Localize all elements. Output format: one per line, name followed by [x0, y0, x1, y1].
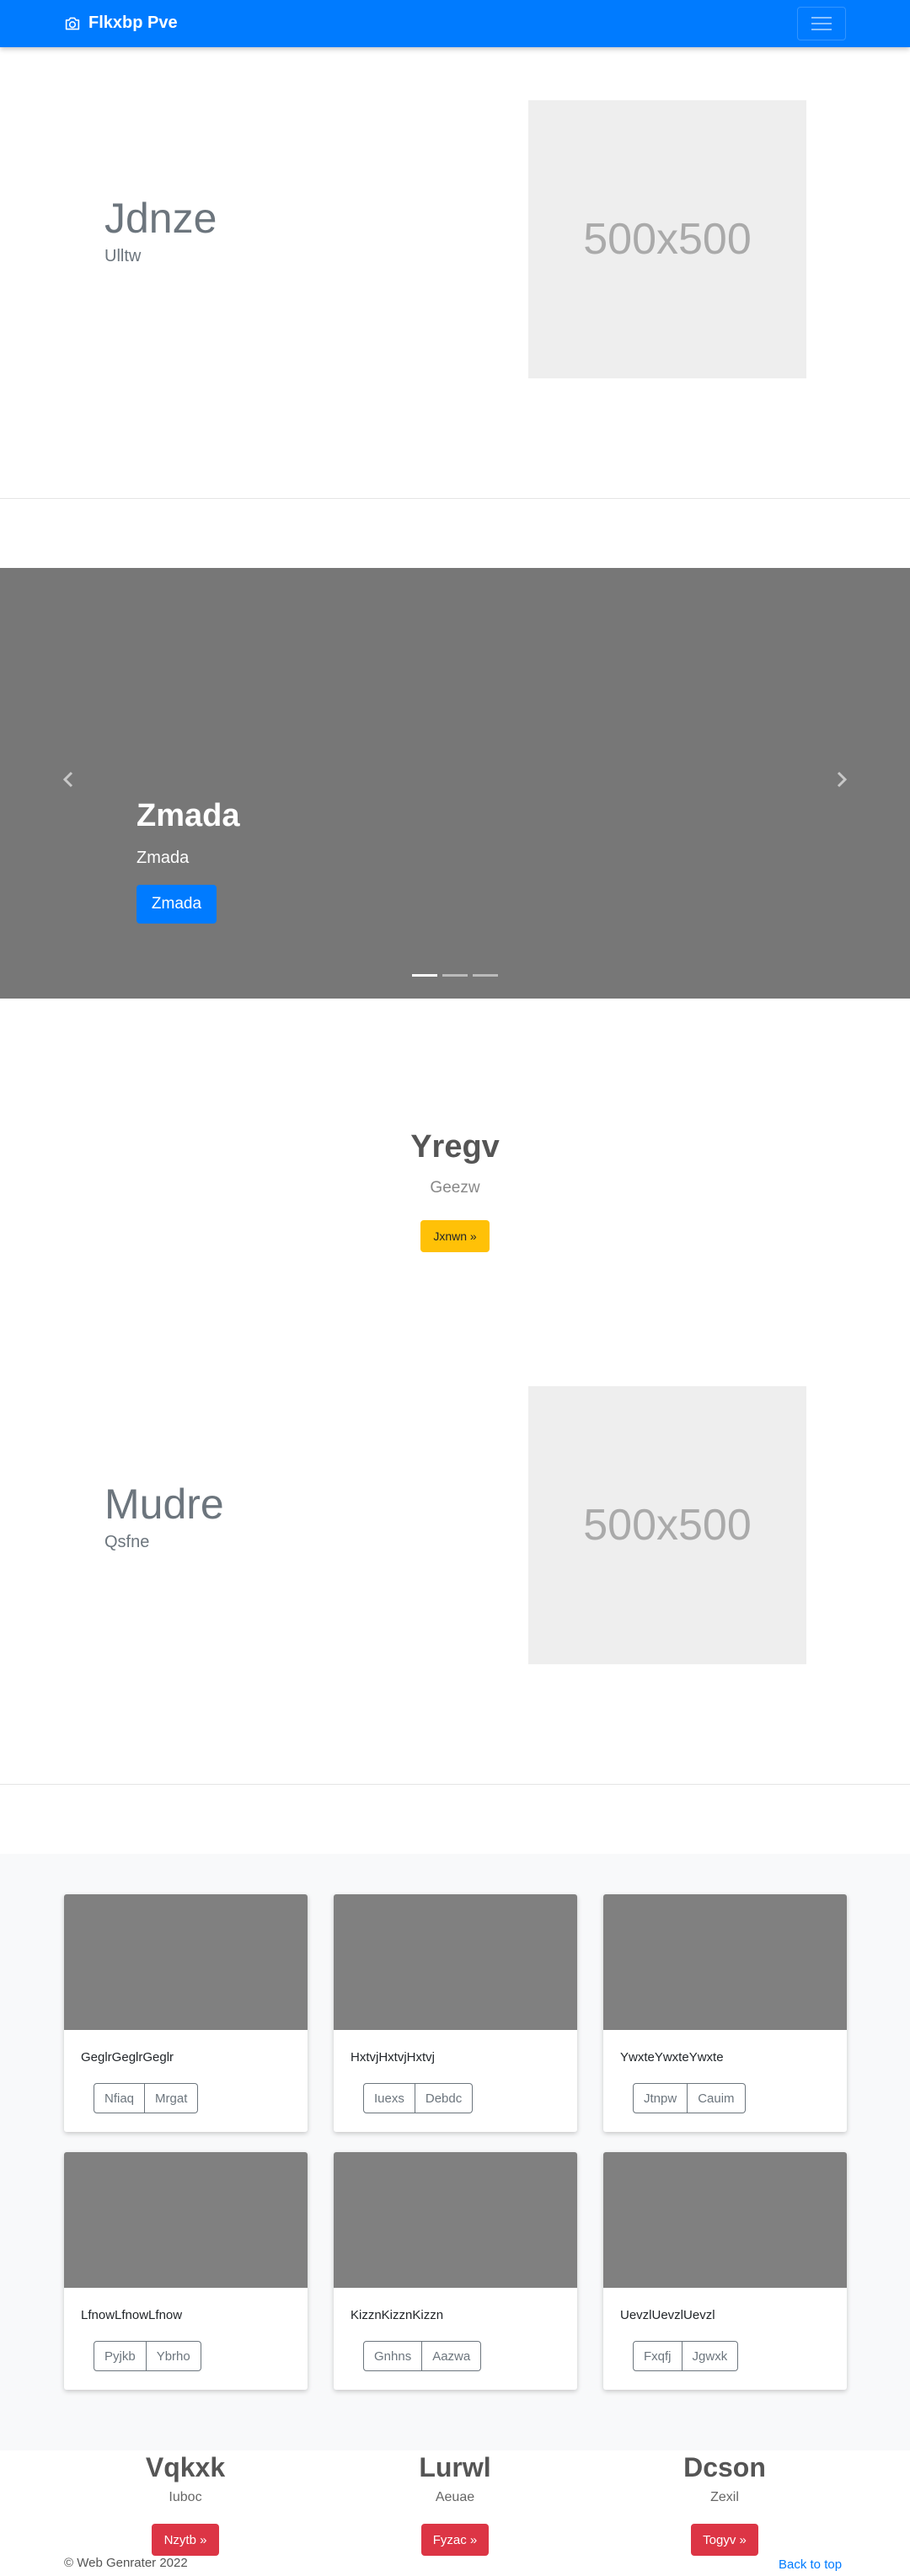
- column-button[interactable]: Nzytb »: [152, 2524, 219, 2556]
- hero-subtitle: Geezw: [430, 1179, 480, 1197]
- card-button-group: Iuexs Debdc: [363, 2083, 474, 2113]
- navbar-toggler-button[interactable]: [797, 7, 846, 40]
- album-card: KizznKizznKizzn Gnhns Aazwa: [334, 2152, 577, 2390]
- card-button[interactable]: Jtnpw: [633, 2083, 688, 2113]
- hero-title: Yregv: [410, 1129, 500, 1165]
- card-thumbnail: [603, 2152, 847, 2288]
- featurette-divider: [0, 1784, 910, 1785]
- card-text: UevzlUevzlUevzl: [620, 2308, 715, 2322]
- album-section: GeglrGeglrGeglr Nfiaq Mrgat HxtvjHxtvjHx…: [0, 1854, 910, 2450]
- card-text: KizznKizznKizzn: [351, 2308, 444, 2322]
- featurette-2: Mudre Qsfne 500x500: [0, 1333, 910, 1830]
- card-button[interactable]: Cauim: [688, 2083, 746, 2113]
- card-text: YwxteYwxteYwxte: [620, 2050, 724, 2065]
- card-thumbnail: [334, 2152, 577, 2288]
- carousel: Zmada Zmada Zmada: [0, 568, 910, 999]
- card-text: HxtvjHxtvjHxtvj: [351, 2050, 435, 2065]
- carousel-caption-title: Zmada: [136, 798, 240, 833]
- card-button-group: Pyjkb Ybrho: [94, 2341, 201, 2371]
- chevron-right-icon: [837, 771, 848, 788]
- carousel-next-button[interactable]: [829, 767, 854, 792]
- carousel-caption-text: Zmada: [136, 849, 190, 867]
- column-heading: Lurwl: [419, 2452, 491, 2482]
- hero-button[interactable]: Jxnwn »: [420, 1220, 490, 1252]
- column-heading: Dcson: [683, 2452, 766, 2482]
- placeholder-label: 500x500: [583, 1501, 752, 1550]
- brand-name: Flkxbp Pve: [88, 13, 178, 32]
- featurette-heading: Mudre: [104, 1481, 224, 1528]
- card-button[interactable]: Mrgat: [145, 2083, 199, 2113]
- marketing-column: Vqkxk Iuboc Nzytb »: [59, 2450, 312, 2556]
- card-button[interactable]: Nfiaq: [94, 2083, 146, 2113]
- marketing-column: Dcson Zexil Togyv »: [598, 2450, 851, 2556]
- carousel-caption-button[interactable]: Zmada: [136, 885, 217, 924]
- chevron-left-icon: [62, 771, 73, 788]
- card-button[interactable]: Jgwxk: [682, 2341, 739, 2371]
- hamburger-icon: [811, 17, 832, 30]
- carousel-prev-button[interactable]: [56, 767, 81, 792]
- card-button-group: Fxqfj Jgwxk: [633, 2341, 739, 2371]
- card-button[interactable]: Ybrho: [146, 2341, 201, 2371]
- album-card: GeglrGeglrGeglr Nfiaq Mrgat: [64, 1894, 308, 2132]
- hero-section: Yregv Geezw Jxnwn »: [0, 1129, 910, 1252]
- placeholder-label: 500x500: [583, 215, 752, 264]
- featurette-heading: Jdnze: [104, 195, 217, 242]
- album-card: UevzlUevzlUevzl Fxqfj Jgwxk: [603, 2152, 847, 2390]
- column-text: Iuboc: [169, 2490, 202, 2504]
- card-button-group: Jtnpw Cauim: [633, 2083, 746, 2113]
- featurette-lead: Ulltw: [104, 247, 142, 265]
- album-card: HxtvjHxtvjHxtvj Iuexs Debdc: [334, 1894, 577, 2132]
- card-button[interactable]: Aazwa: [422, 2341, 482, 2371]
- card-button[interactable]: Debdc: [415, 2083, 474, 2113]
- placeholder-image: 500x500: [528, 1386, 806, 1664]
- card-text: LfnowLfnowLfnow: [81, 2308, 183, 2322]
- card-thumbnail: [64, 1894, 308, 2030]
- navbar: Flkxbp Pve: [0, 0, 910, 47]
- column-heading: Vqkxk: [145, 2452, 226, 2482]
- card-thumbnail: [64, 2152, 308, 2288]
- carousel-indicator[interactable]: [412, 974, 437, 977]
- carousel-indicator[interactable]: [442, 974, 468, 977]
- placeholder-image: 500x500: [528, 100, 806, 378]
- card-thumbnail: [603, 1894, 847, 2030]
- carousel-indicators: [412, 974, 498, 977]
- card-thumbnail: [334, 1894, 577, 2030]
- album-card: LfnowLfnowLfnow Pyjkb Ybrho: [64, 2152, 308, 2390]
- back-to-top-link[interactable]: Back to top: [779, 2557, 842, 2572]
- card-text: GeglrGeglrGeglr: [81, 2050, 174, 2065]
- card-button[interactable]: Pyjkb: [94, 2341, 147, 2371]
- card-button[interactable]: Gnhns: [363, 2341, 423, 2371]
- brand-link[interactable]: Flkxbp Pve: [64, 13, 178, 33]
- card-button[interactable]: Fxqfj: [633, 2341, 682, 2371]
- featurette-divider: [0, 498, 910, 499]
- card-button-group: Nfiaq Mrgat: [94, 2083, 199, 2113]
- album-card: YwxteYwxteYwxte Jtnpw Cauim: [603, 1894, 847, 2132]
- carousel-indicator[interactable]: [473, 974, 498, 977]
- card-button[interactable]: Iuexs: [363, 2083, 415, 2113]
- column-button[interactable]: Togyv »: [691, 2524, 758, 2556]
- column-text: Aeuae: [435, 2490, 475, 2504]
- marketing-column: Lurwl Aeuae Fyzac »: [329, 2450, 581, 2556]
- column-button[interactable]: Fyzac »: [421, 2524, 489, 2556]
- footer-copyright: © Web Genrater 2022: [64, 2556, 188, 2570]
- camera-icon: [65, 17, 80, 29]
- card-button-group: Gnhns Aazwa: [363, 2341, 482, 2371]
- featurette-lead: Qsfne: [104, 1533, 150, 1551]
- featurette-1: Jdnze Ulltw 500x500: [0, 47, 910, 544]
- column-text: Zexil: [710, 2490, 739, 2504]
